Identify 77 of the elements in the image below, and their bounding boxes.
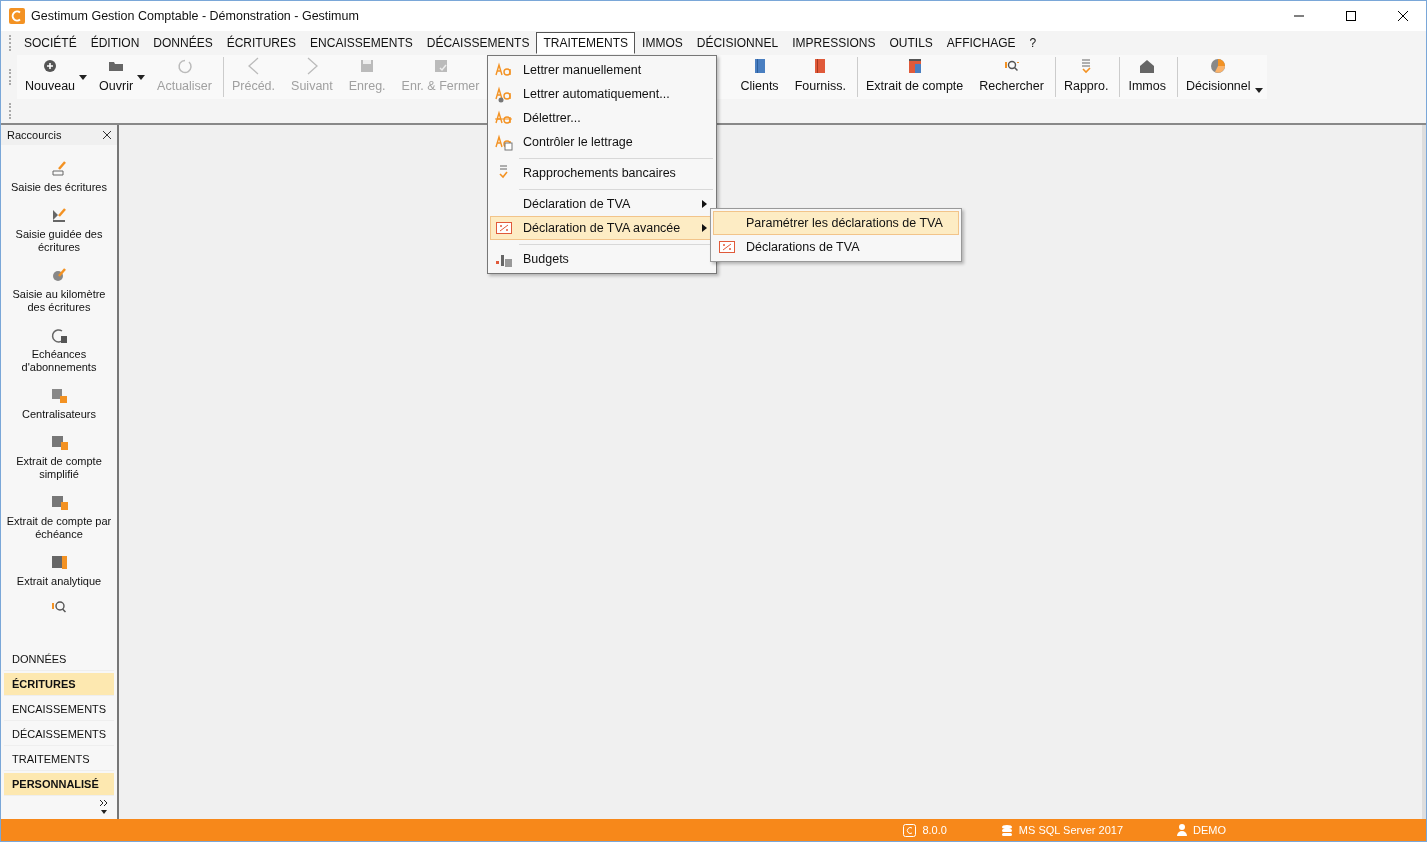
shortcut-item[interactable]: Extrait analytique (4, 553, 114, 588)
toolbar-button[interactable]: Rechercher (971, 57, 1052, 97)
shortcut-item[interactable]: Saisie des écritures (4, 159, 114, 194)
overflow-caret-icon[interactable] (1254, 88, 1263, 93)
menu-item[interactable]: DÉCISIONNEL (689, 32, 786, 54)
database-text: MS SQL Server 2017 (1018, 824, 1123, 836)
user-icon (1177, 824, 1187, 836)
nav-section[interactable]: DÉCAISSEMENTS (4, 723, 114, 746)
toolbar-button[interactable]: Clients (732, 57, 787, 97)
toolbar-button[interactable]: Immos (1119, 57, 1174, 97)
shortcut-item[interactable]: Echéances d'abonnements (4, 326, 114, 374)
menu-item[interactable]: ÉCRITURES (219, 32, 304, 54)
window-title: Gestimum Gestion Comptable - Démonstration - Gestimum (31, 9, 360, 23)
version-text: 8.0.0 (922, 824, 947, 836)
toolbar-button[interactable]: Rappro. (1054, 57, 1117, 97)
submenu-arrow-icon (702, 224, 707, 232)
shortcut-item[interactable]: Saisie au kilomètre des écritures (4, 266, 114, 314)
nav-section[interactable]: ENCAISSEMENTS (4, 698, 114, 721)
close-icon[interactable] (103, 131, 111, 139)
menu-item[interactable]: ENCAISSEMENTS (303, 32, 420, 54)
menu-item[interactable]: Contrôler le lettrage (490, 130, 714, 154)
refresh-icon (175, 57, 194, 75)
menu-item[interactable]: OUTILS (882, 32, 940, 54)
pencil-icon (50, 266, 68, 284)
toolbar-button[interactable]: Décisionnel (1176, 57, 1259, 97)
menu-item[interactable]: Lettrer automatiquement... (490, 82, 714, 106)
menu-item[interactable]: Budgets (490, 240, 714, 271)
caret-icon[interactable] (79, 74, 88, 80)
close-icon (1398, 11, 1408, 21)
pencil-icon (50, 159, 68, 177)
house-icon (1138, 57, 1157, 75)
app-logo-icon (9, 8, 25, 24)
panel-title: Raccourcis (7, 129, 62, 141)
toolbar-button[interactable]: Extrait de compte (857, 57, 972, 97)
menu-item[interactable]: IMMOS (635, 32, 690, 54)
menu-item[interactable]: AFFICHAGE (939, 32, 1023, 54)
menu-item[interactable]: ÉDITION (83, 32, 147, 54)
menu-item[interactable]: SOCIÉTÉ (17, 32, 84, 54)
user-text: DEMO (1193, 824, 1226, 836)
magnifier-icon (51, 600, 67, 614)
nav-section[interactable]: DONNÉES (4, 648, 114, 671)
menu-item[interactable]: Déclaration de TVA (490, 185, 714, 216)
toolbar-button[interactable]: Fourniss. (786, 57, 855, 97)
shortcut-item[interactable]: Centralisateurs (4, 386, 114, 421)
percent-icon (718, 238, 736, 256)
toolbar-button[interactable]: Nouveau (17, 57, 84, 97)
menu-item[interactable]: DÉCAISSEMENTS (419, 32, 537, 54)
pie-chart-icon (1209, 57, 1228, 75)
menu-item[interactable]: IMPRESSIONS (785, 32, 883, 54)
shortcut-item[interactable]: Extrait de compte simplifié (4, 433, 114, 481)
menu-item[interactable]: DONNÉES (146, 32, 220, 54)
cycle-icon (50, 326, 68, 344)
menu-item[interactable]: Rapprochements bancaires (490, 154, 714, 185)
menu-item[interactable]: ? (1022, 32, 1044, 54)
letters-check-icon (495, 133, 513, 151)
menu-item[interactable]: TRAITEMENTS (536, 32, 636, 54)
app-logo-icon (903, 823, 917, 837)
ruler-pencil-icon (50, 206, 68, 224)
shortcut-item[interactable]: Saisie guidée des écritures (4, 206, 114, 254)
letters-icon (495, 61, 513, 79)
maximize-icon (1346, 11, 1356, 21)
menu-item[interactable]: Déclarations de TVA (713, 235, 959, 259)
submenu-arrow-icon (702, 200, 707, 208)
menu-item[interactable]: Paramétrer les déclarations de TVA (713, 211, 959, 235)
nav-section[interactable]: TRAITEMENTS (4, 748, 114, 771)
menu-item[interactable]: Lettrer manuellement (490, 58, 714, 82)
nav-section[interactable]: PERSONNALISÉ (4, 773, 114, 796)
percent-icon (495, 219, 513, 237)
letters-strike-icon (495, 109, 513, 127)
shortcut-item[interactable]: Extrait de compte par échéance (4, 493, 114, 541)
nav-section[interactable]: ÉCRITURES (4, 673, 114, 696)
letters-gear-icon (495, 85, 513, 103)
database-icon (1000, 823, 1013, 837)
toolbar-button[interactable]: Ouvrir (91, 57, 142, 97)
caret-icon[interactable] (137, 74, 146, 80)
menu-item[interactable]: Délettrer... (490, 106, 714, 130)
expand-icon[interactable] (99, 799, 109, 815)
